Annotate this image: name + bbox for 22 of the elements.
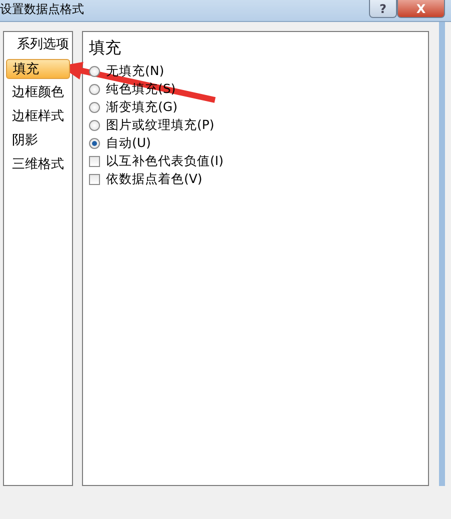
option-label: 图片或纹理填充(P) <box>106 116 214 134</box>
radio-button[interactable] <box>89 102 100 112</box>
sidebar-item[interactable]: 阴影 <box>6 131 70 151</box>
help-button[interactable]: ? <box>369 0 397 18</box>
option-label: 以互补色代表负值(I) <box>106 152 224 170</box>
radio-button[interactable] <box>89 66 100 76</box>
option-label: 渐变填充(G) <box>106 98 178 116</box>
sidebar-item[interactable]: 边框颜色 <box>6 83 70 103</box>
radio-button[interactable] <box>89 84 100 94</box>
checkbox[interactable] <box>89 174 100 184</box>
option-label: 自动(U) <box>106 134 151 152</box>
section-heading: 填充 <box>89 38 122 59</box>
option-label: 依数据点着色(V) <box>106 170 202 188</box>
checkbox[interactable] <box>89 156 100 166</box>
radio-button[interactable] <box>89 138 100 148</box>
sidebar-item[interactable]: 填充 <box>6 59 70 79</box>
option-label: 无填充(N) <box>106 62 164 80</box>
sidebar-item[interactable]: 三维格式 <box>6 155 70 175</box>
sidebar-item[interactable]: 边框样式 <box>6 107 70 127</box>
window-title: 设置数据点格式 <box>0 1 84 16</box>
radio-button[interactable] <box>89 120 100 130</box>
sidebar-item[interactable]: 系列选项 <box>6 35 70 55</box>
